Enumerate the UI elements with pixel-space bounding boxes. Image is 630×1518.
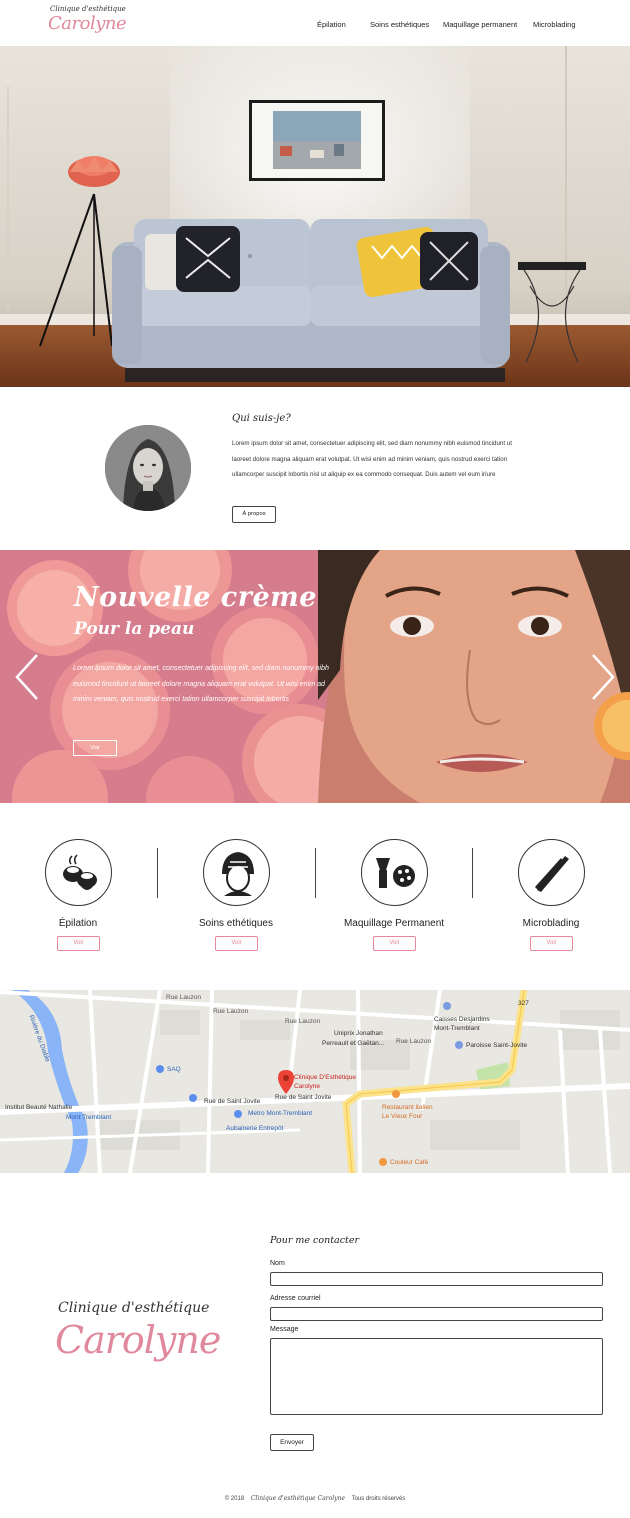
email-label: Adresse courriel [270, 1295, 321, 1302]
map-street-label: Rue de Saint Jovite [275, 1094, 332, 1101]
map-poi-label: Mont Tremblant [66, 1114, 112, 1121]
about-title: Qui suis-je? [232, 413, 291, 424]
map-street-label: Rue Lauzon [213, 1008, 249, 1015]
service-voir-button[interactable]: Voir [530, 936, 573, 951]
message-label: Message [270, 1326, 299, 1333]
name-label: Nom [270, 1260, 285, 1267]
map-street-label: Rue Lauzon [285, 1018, 321, 1025]
logo-line-1: Clinique d'esthétique [58, 1300, 210, 1316]
promo-button[interactable]: Voir [73, 740, 117, 756]
portrait-photo [105, 425, 191, 511]
nav-item-epilation[interactable]: Épilation [317, 20, 346, 29]
map-poi-label: Metro Mont-Tremblant [248, 1110, 313, 1117]
chevron-right-icon [592, 654, 615, 700]
service-voir-button[interactable]: Voir [215, 936, 258, 951]
send-button[interactable]: Envoyer [270, 1434, 314, 1451]
footer-text: © 2018 Clinique d'esthétique Carolyne To… [0, 1495, 630, 1502]
service-maquillage: Maquillage Permanent Voir [339, 839, 449, 959]
service-icon-circle[interactable] [361, 839, 428, 906]
nav-item-microblading[interactable]: Microblading [533, 20, 576, 29]
location-map[interactable]: Rue Lauzon Rue Lauzon Rue Lauzon Rue Lau… [0, 990, 630, 1173]
site-footer: © 2018 Clinique d'esthétique Carolyne To… [0, 1478, 630, 1518]
map-poi-label: Aubainerie Entrepôt [226, 1125, 284, 1132]
email-field[interactable] [270, 1307, 603, 1321]
tweezers-icon [535, 856, 569, 892]
logo-line-2: Carolyne [55, 1318, 221, 1362]
message-field[interactable] [270, 1338, 603, 1415]
site-header: Clinique d'esthétique Carolyne Épilation… [0, 0, 630, 46]
service-name: Microblading [522, 918, 580, 929]
footer-copyright: © 2018 [224, 1496, 245, 1502]
map-poi-label: Mont-Tremblant [434, 1025, 480, 1032]
services-section: Épilation Voir Soins ethétiques Voir Maq… [0, 803, 630, 990]
map-street-label: Rue Lauzon [396, 1038, 432, 1045]
service-icon-circle[interactable] [518, 839, 585, 906]
face-towel-icon [222, 852, 254, 896]
map-poi-label: SAQ [167, 1066, 181, 1073]
contact-title: Pour me contacter [270, 1235, 359, 1246]
map-clinic-label: Carolyne [294, 1083, 321, 1090]
service-microblading: Microblading Voir [496, 839, 606, 959]
map-poi-label: Restaurant italien [382, 1104, 433, 1111]
map-clinic-label: Clinique D'Esthétique [294, 1074, 356, 1081]
divider [315, 848, 316, 898]
service-voir-button[interactable]: Voir [373, 936, 416, 951]
nav-item-maquillage[interactable]: Maquillage permanent [443, 20, 517, 29]
service-soins: Soins ethétiques Voir [181, 839, 291, 959]
service-epilation: Épilation Voir [23, 839, 133, 959]
makeup-brush-palette-icon [376, 858, 415, 888]
map-poi-label: Couleur Café [390, 1159, 429, 1166]
map-poi-label: Paroisse Saint-Jovite [466, 1042, 528, 1049]
map-poi-label: Perreault et Gaëtan... [322, 1040, 385, 1047]
footer-rights: Tous droits réservés [351, 1496, 406, 1502]
carousel-next-arrow[interactable] [591, 653, 615, 701]
promo-title: Nouvelle crème [74, 582, 317, 613]
living-room-illustration [7, 46, 586, 382]
about-text: Lorem ipsum dolor sit amet, consectetuer… [232, 440, 512, 478]
footer-brand: Clinique d'esthétique Carolyne [250, 1495, 346, 1502]
nav-item-soins[interactable]: Soins esthétiques [370, 20, 429, 29]
contact-logo: Clinique d'esthétique Carolyne [55, 1300, 221, 1390]
map-poi-label: Uniprix Jonathan [334, 1030, 383, 1037]
divider [157, 848, 158, 898]
divider [472, 848, 473, 898]
hero-image [0, 46, 630, 387]
contact-section: Clinique d'esthétique Carolyne Pour me c… [0, 1173, 630, 1478]
service-icon-circle[interactable] [203, 839, 270, 906]
avatar [105, 425, 191, 511]
map-route-label: 327 [518, 1000, 529, 1007]
service-name: Maquillage Permanent [343, 918, 445, 929]
service-icon-circle[interactable] [45, 839, 112, 906]
map-street-label: Rue de Saint Jovite [204, 1098, 261, 1105]
map-street-label: Rue Lauzon [166, 994, 202, 1001]
service-voir-button[interactable]: Voir [57, 936, 100, 951]
promo-subtitle: Pour la peau [74, 619, 195, 639]
map-poi-label: Caisses Desjardins [434, 1016, 490, 1023]
about-button[interactable]: À propos [232, 506, 276, 523]
map-poi-label: Institut Beauté Nathalie [5, 1104, 73, 1111]
main-nav: Épilation Soins esthétiques Maquillage p… [0, 20, 630, 34]
hot-stones-icon [63, 854, 97, 890]
name-field[interactable] [270, 1272, 603, 1286]
promo-text: Lorem ipsum dolor sit amet, consectetuer… [73, 664, 329, 703]
chevron-left-icon [15, 654, 38, 700]
map-poi-label: Le Vieux Four [382, 1113, 423, 1120]
about-section: Qui suis-je? Lorem ipsum dolor sit amet,… [0, 387, 630, 550]
promo-carousel: Nouvelle crème Pour la peau Lorem ipsum … [0, 550, 630, 803]
carousel-prev-arrow[interactable] [15, 653, 39, 701]
service-name: Soins ethétiques [199, 918, 273, 929]
logo-line-1: Clinique d'esthétique [50, 5, 126, 13]
service-name: Épilation [58, 918, 98, 929]
